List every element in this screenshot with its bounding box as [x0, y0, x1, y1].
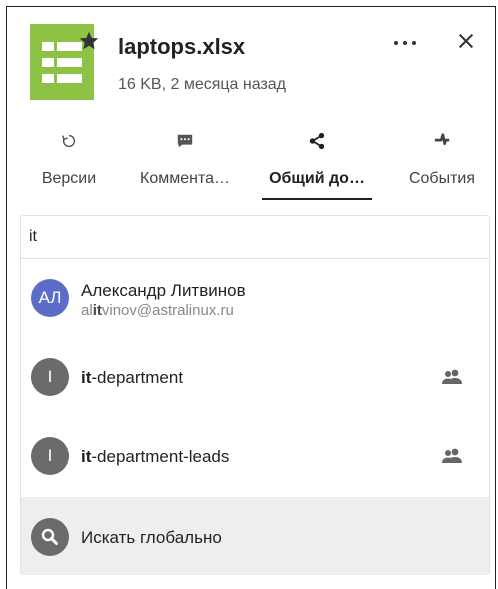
file-meta: 16 KB, 2 месяца назад: [118, 76, 287, 93]
user-name: Александр Литвинов: [81, 281, 246, 300]
group-icon: [442, 369, 462, 384]
search-icon: [31, 518, 69, 556]
share-search-panel: АЛ Александр Литвинов alitvinov@astralin…: [20, 215, 490, 575]
avatar: I: [31, 358, 69, 396]
file-name: laptops.xlsx: [118, 34, 246, 59]
group-name-rest: -department: [91, 368, 184, 387]
global-search-label: Искать глобально: [81, 528, 222, 547]
email-suffix: vinov@astralinux.ru: [101, 302, 234, 319]
history-icon: [62, 134, 76, 148]
share-search-input[interactable]: [29, 224, 469, 250]
group-name-rest: -department-leads: [91, 447, 230, 466]
group-icon: [442, 448, 462, 463]
star-icon[interactable]: [78, 30, 100, 52]
email-prefix: al: [81, 302, 93, 319]
search-result-group[interactable]: I it-department-leads: [21, 416, 489, 494]
email-match: it: [92, 302, 102, 319]
tab-versions[interactable]: Версии: [24, 128, 114, 202]
avatar: I: [31, 437, 69, 475]
user-email: alitvinov@astralinux.ru: [81, 302, 234, 319]
avatar: АЛ: [31, 279, 69, 317]
search-result-group[interactable]: I it-department: [21, 337, 489, 415]
group-name-match: it: [81, 368, 92, 387]
comment-icon: [177, 134, 193, 148]
tab-activity[interactable]: События: [394, 128, 490, 202]
tab-sharing[interactable]: Общий до…: [254, 128, 380, 202]
group-name-match: it: [81, 447, 92, 466]
tab-comments-label: Коммента…: [140, 170, 230, 187]
sidebar-tabs: Версии Коммента… Общий до… События: [24, 128, 490, 202]
group-name: it-department: [81, 368, 183, 388]
global-search-button[interactable]: Искать глобально: [21, 497, 489, 575]
more-horizontal-icon[interactable]: [392, 32, 418, 52]
file-header: laptops.xlsx 16 KB, 2 месяца назад: [30, 24, 488, 100]
group-name: it-department-leads: [81, 447, 229, 467]
tab-activity-label: События: [408, 170, 476, 187]
close-icon[interactable]: [454, 30, 478, 54]
activity-icon: [434, 133, 450, 146]
tab-versions-label: Версии: [41, 170, 97, 187]
spreadsheet-icon: [30, 24, 99, 100]
share-icon: [309, 132, 325, 150]
tab-sharing-label: Общий до…: [269, 170, 365, 187]
active-tab-indicator: [262, 198, 372, 200]
search-result-user[interactable]: АЛ Александр Литвинов alitvinov@astralin…: [21, 258, 489, 336]
tab-comments[interactable]: Коммента…: [122, 128, 248, 202]
share-search-box: [21, 216, 489, 259]
